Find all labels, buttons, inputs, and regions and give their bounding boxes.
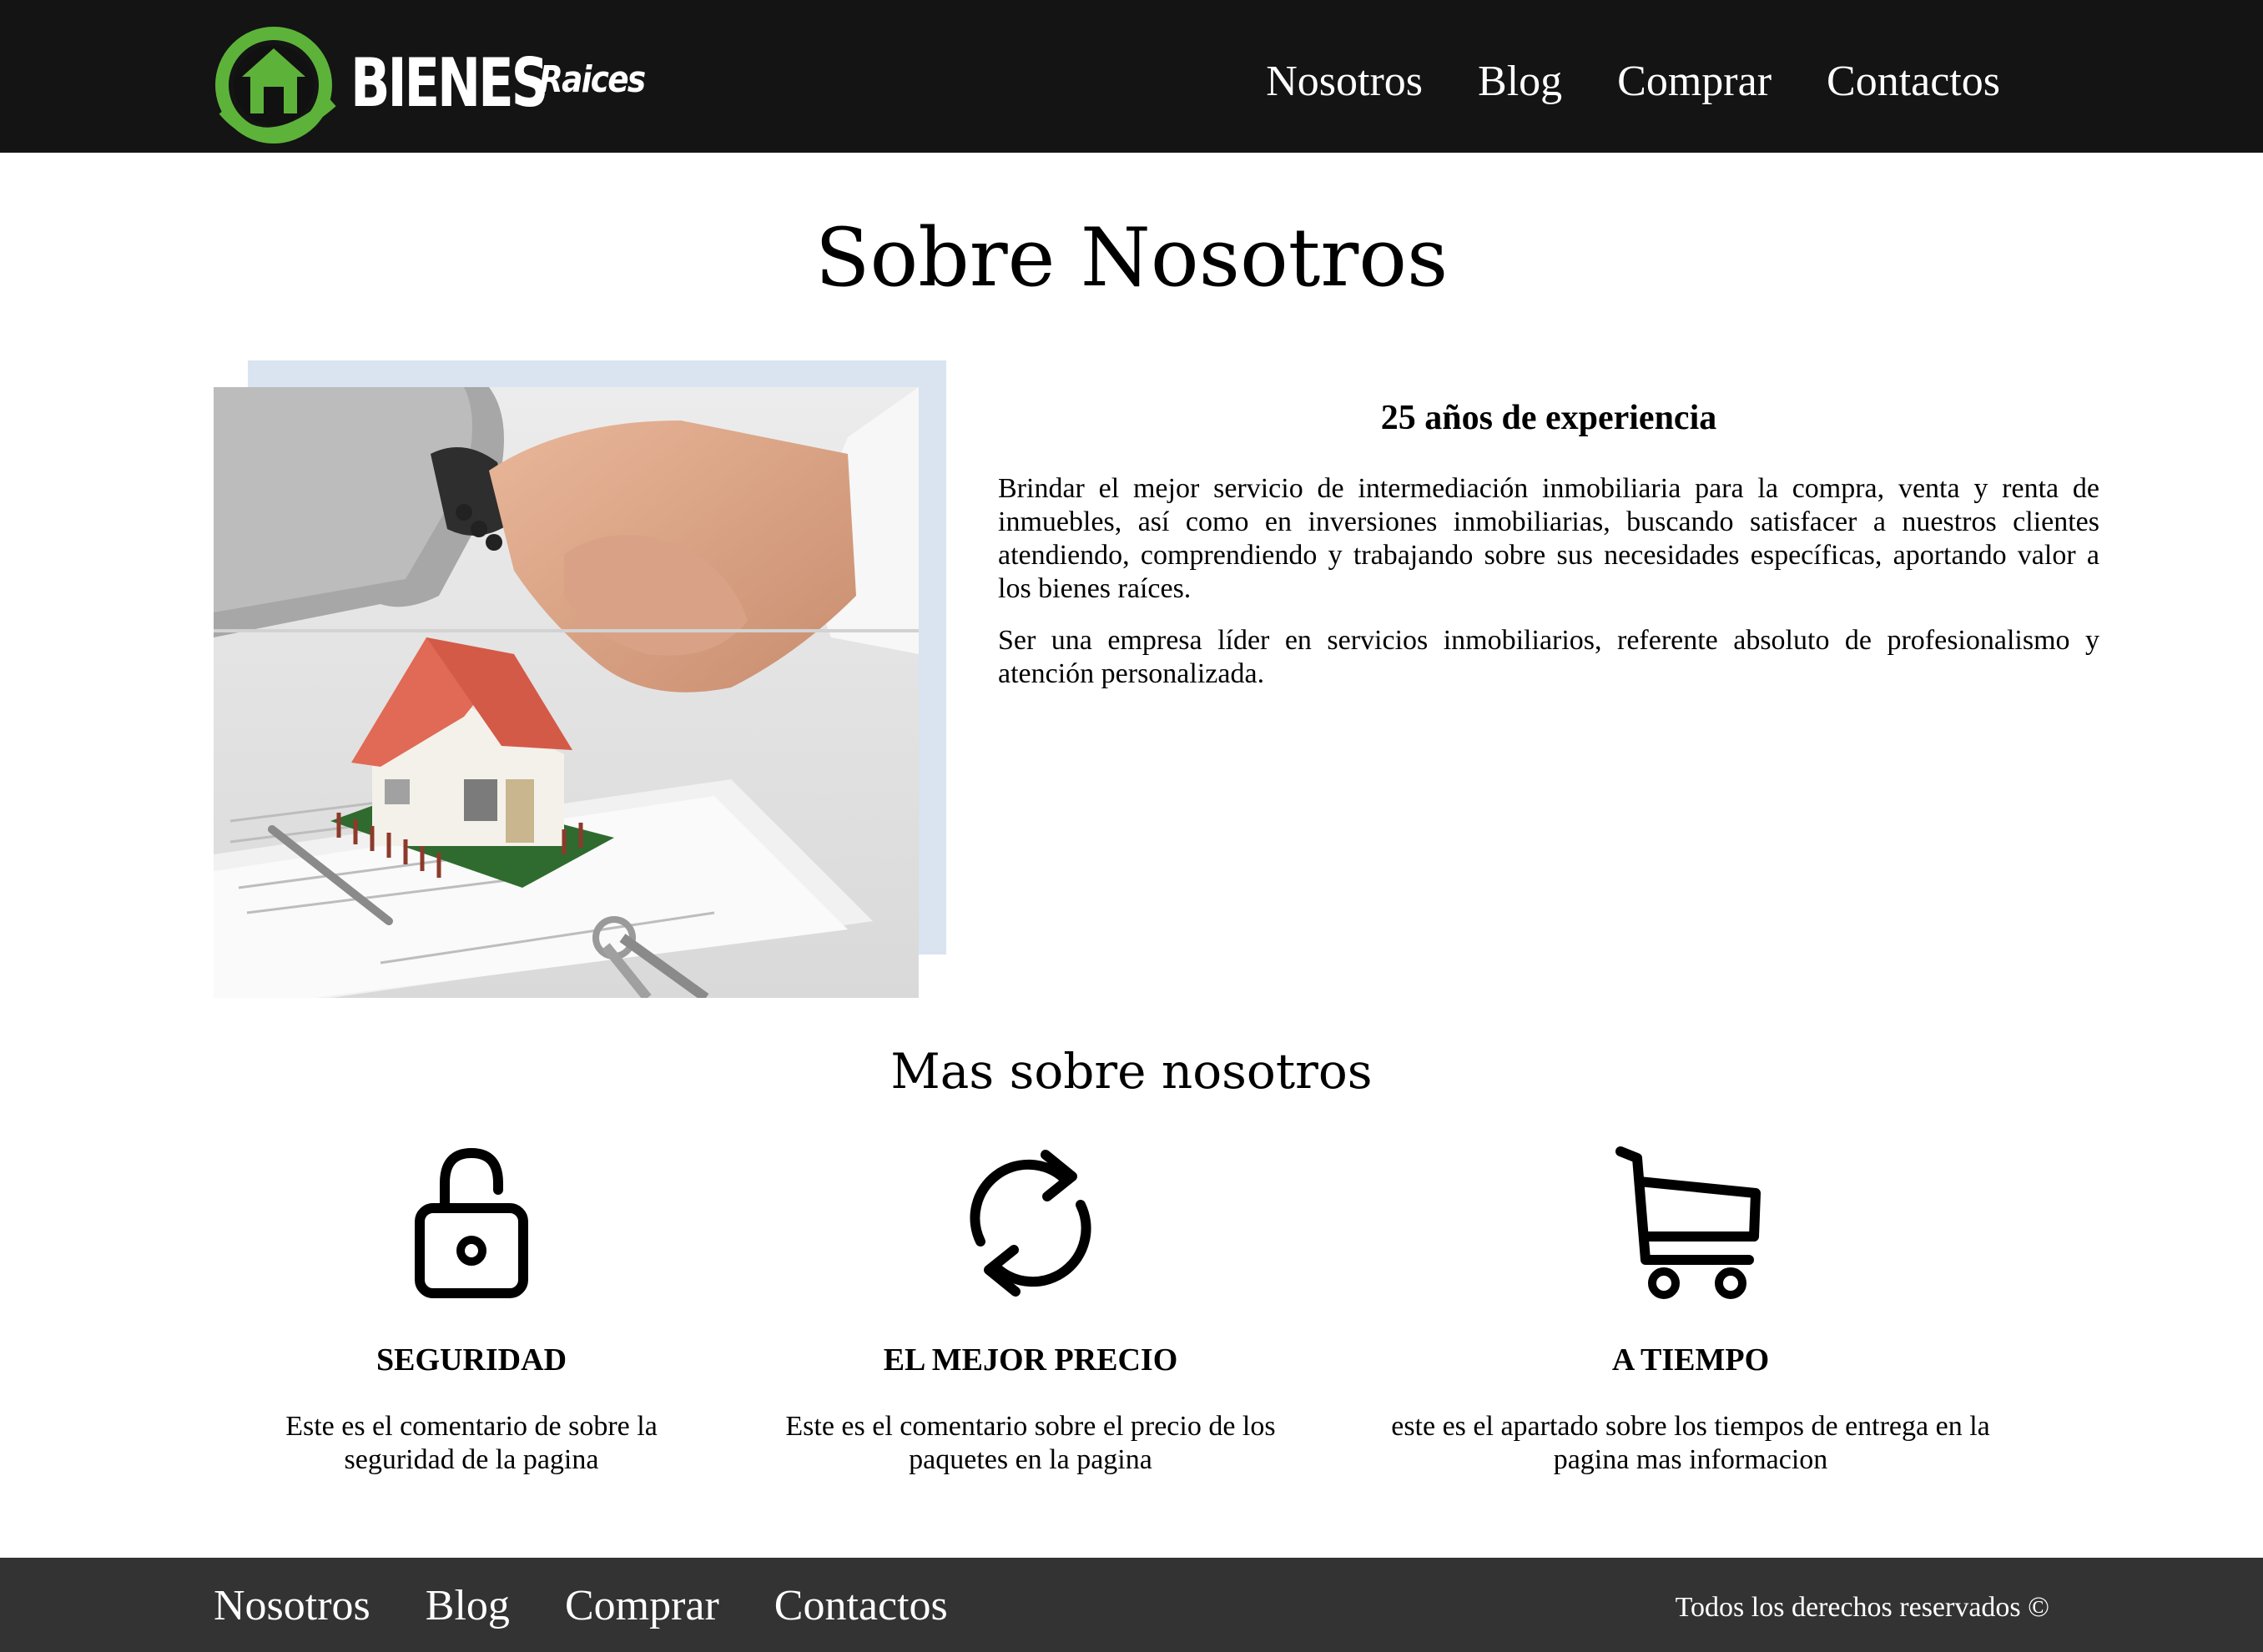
shopping-cart-icon: [1615, 1146, 1761, 1299]
feature-on-time: A TIEMPO este es el apartado sobre los t…: [1352, 1143, 2029, 1475]
more-about-title: Mas sobre nosotros: [890, 1043, 1373, 1100]
page-title: Sobre Nosotros: [814, 211, 1449, 305]
footer-link-nosotros[interactable]: Nosotros: [214, 1584, 370, 1628]
footer-link-blog[interactable]: Blog: [426, 1584, 510, 1628]
logo-subtext: Raices: [539, 58, 646, 101]
nav-link-nosotros[interactable]: Nosotros: [1266, 60, 1423, 103]
feature-title: EL MEJOR PRECIO: [883, 1342, 1178, 1378]
feature-title: A TIEMPO: [1611, 1342, 1770, 1378]
site-footer: Nosotros Blog Comprar Contactos Todos lo…: [0, 1558, 2263, 1652]
nav-link-comprar[interactable]: Comprar: [1617, 60, 1772, 103]
footer-link-contactos[interactable]: Contactos: [774, 1584, 948, 1628]
refresh-icon: [970, 1150, 1091, 1297]
copyright-text: Todos los derechos reservados ©: [1675, 1592, 2049, 1623]
house-logo-icon: [215, 27, 336, 144]
about-paragraph-mission: Brindar el mejor servicio de intermediac…: [998, 473, 2099, 605]
about-image: [214, 387, 919, 998]
lock-icon: [415, 1147, 528, 1298]
feature-description: Este es el comentario de sobre la seguri…: [285, 1411, 658, 1475]
logo-text: BIENES: [350, 44, 549, 122]
feature-description: este es el apartado sobre los tiempos de…: [1391, 1411, 1990, 1475]
logo[interactable]: BIENES Raices: [215, 18, 649, 152]
feature-security: SEGURIDAD Este es el comentario de sobre…: [250, 1143, 693, 1475]
nav-link-blog[interactable]: Blog: [1478, 60, 1562, 103]
about-heading: 25 años de experiencia: [1380, 399, 1717, 437]
feature-title: SEGURIDAD: [375, 1342, 567, 1378]
about-section: 25 años de experiencia Brindar el mejor …: [998, 397, 2099, 709]
footer-nav: Nosotros Blog Comprar Contactos: [214, 1584, 948, 1628]
main-nav: Nosotros Blog Comprar Contactos: [1266, 60, 2000, 103]
footer-link-comprar[interactable]: Comprar: [565, 1584, 719, 1628]
about-paragraph-vision: Ser una empresa líder en servicios inmob…: [998, 625, 2099, 690]
feature-best-price: EL MEJOR PRECIO Este es el comentario so…: [751, 1143, 1310, 1475]
nav-link-contactos[interactable]: Contactos: [1827, 60, 2000, 103]
site-header: BIENES Raices Nosotros Blog Comprar Cont…: [0, 0, 2263, 153]
feature-description: Este es el comentario sobre el precio de…: [785, 1411, 1276, 1475]
